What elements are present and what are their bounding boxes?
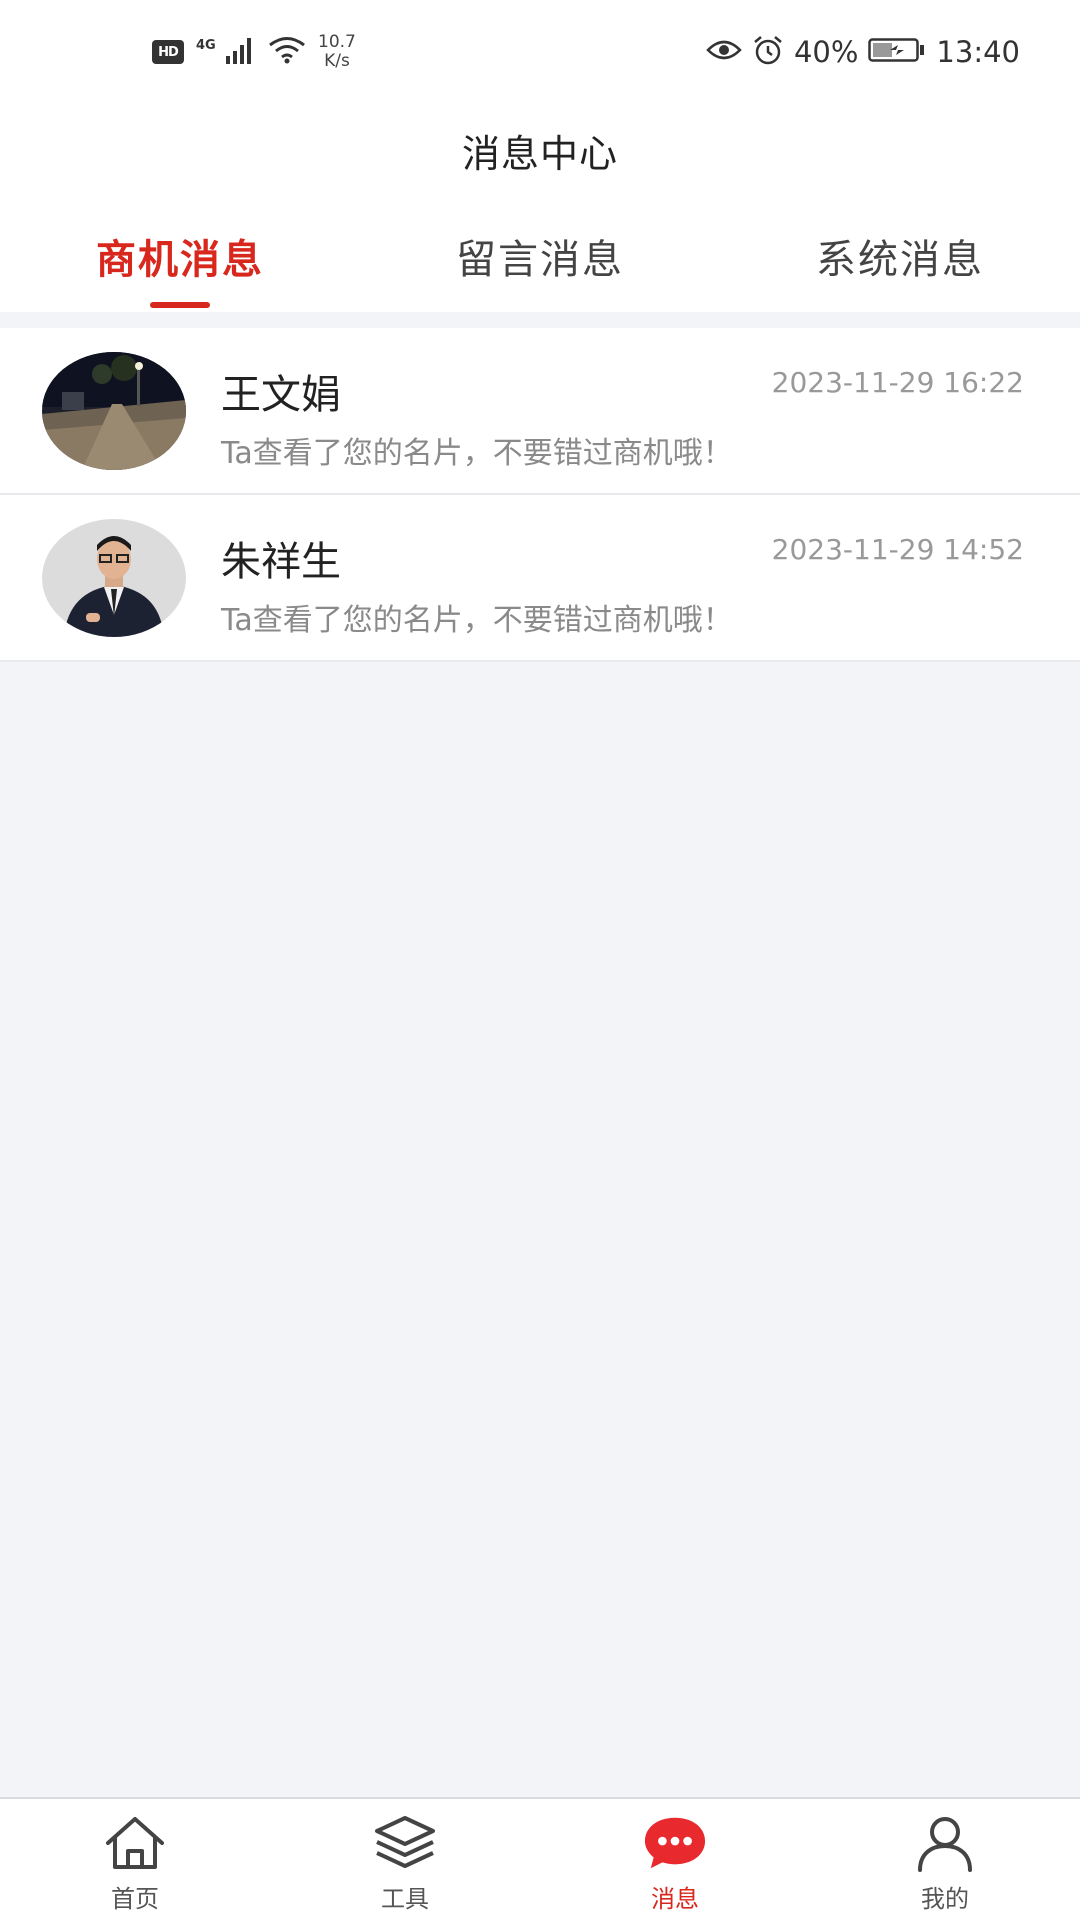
hd-badge: HD	[152, 40, 184, 64]
tab-system-messages[interactable]: 系统消息	[720, 200, 1080, 312]
header: 消息中心	[0, 100, 1080, 200]
user-icon	[913, 1813, 977, 1873]
battery-icon	[868, 36, 926, 68]
page-title: 消息中心	[461, 131, 618, 176]
eye-icon	[706, 38, 742, 66]
active-tab-indicator	[150, 302, 210, 308]
signal-icon	[226, 36, 256, 68]
status-right: 40% 13:40	[706, 30, 1020, 74]
nav-label: 工具	[381, 1885, 429, 1913]
message-item[interactable]: 朱祥生 2023-11-29 14:52 Ta查看了您的名片，不要错过商机哦！	[0, 495, 1080, 662]
message-preview: Ta查看了您的名片，不要错过商机哦！	[221, 603, 733, 638]
home-icon	[103, 1813, 167, 1873]
speed-unit: K/s	[324, 51, 350, 71]
message-list: 王文娟 2023-11-29 16:22 Ta查看了您的名片，不要错过商机哦！	[0, 328, 1080, 662]
message-time: 2023-11-29 16:22	[771, 366, 1024, 399]
speed-value: 10.7	[318, 32, 356, 52]
tab-business-messages[interactable]: 商机消息	[0, 200, 360, 312]
message-time: 2023-11-29 14:52	[771, 533, 1024, 566]
avatar	[42, 352, 186, 470]
nav-label: 首页	[111, 1885, 159, 1913]
message-preview: Ta查看了您的名片，不要错过商机哦！	[221, 436, 733, 471]
bottom-nav: 首页 工具 消息 我的	[0, 1797, 1080, 1920]
nav-label: 消息	[651, 1885, 699, 1913]
nav-tools[interactable]: 工具	[270, 1799, 540, 1920]
wifi-icon	[268, 36, 306, 68]
tab-bar: 商机消息 留言消息 系统消息	[0, 200, 1080, 312]
chat-bubble-icon	[643, 1813, 707, 1873]
tab-label: 商机消息	[96, 237, 264, 283]
layers-icon	[373, 1813, 437, 1873]
tab-label: 留言消息	[456, 237, 624, 283]
network-type: 4G	[196, 38, 216, 53]
status-bar: HD 4G 10.7 K/s 40% 13:40	[0, 0, 1080, 100]
battery-percent: 40%	[793, 35, 859, 69]
nav-home[interactable]: 首页	[0, 1799, 270, 1920]
alarm-icon	[752, 34, 784, 70]
contact-name: 朱祥生	[221, 539, 341, 585]
nav-label: 我的	[921, 1885, 969, 1913]
contact-name: 王文娟	[221, 372, 341, 418]
avatar	[42, 519, 186, 637]
tab-label: 系统消息	[816, 237, 984, 283]
status-left: HD 4G 10.7 K/s	[152, 30, 356, 74]
clock: 13:40	[936, 35, 1020, 69]
message-item[interactable]: 王文娟 2023-11-29 16:22 Ta查看了您的名片，不要错过商机哦！	[0, 328, 1080, 495]
app-screen: HD 4G 10.7 K/s 40% 13:40 消息中心 商机消息 留言消息 …	[0, 0, 1080, 1920]
tab-comment-messages[interactable]: 留言消息	[360, 200, 720, 312]
nav-profile[interactable]: 我的	[810, 1799, 1080, 1920]
nav-messages[interactable]: 消息	[540, 1799, 810, 1920]
network-speed: 10.7 K/s	[318, 33, 356, 71]
